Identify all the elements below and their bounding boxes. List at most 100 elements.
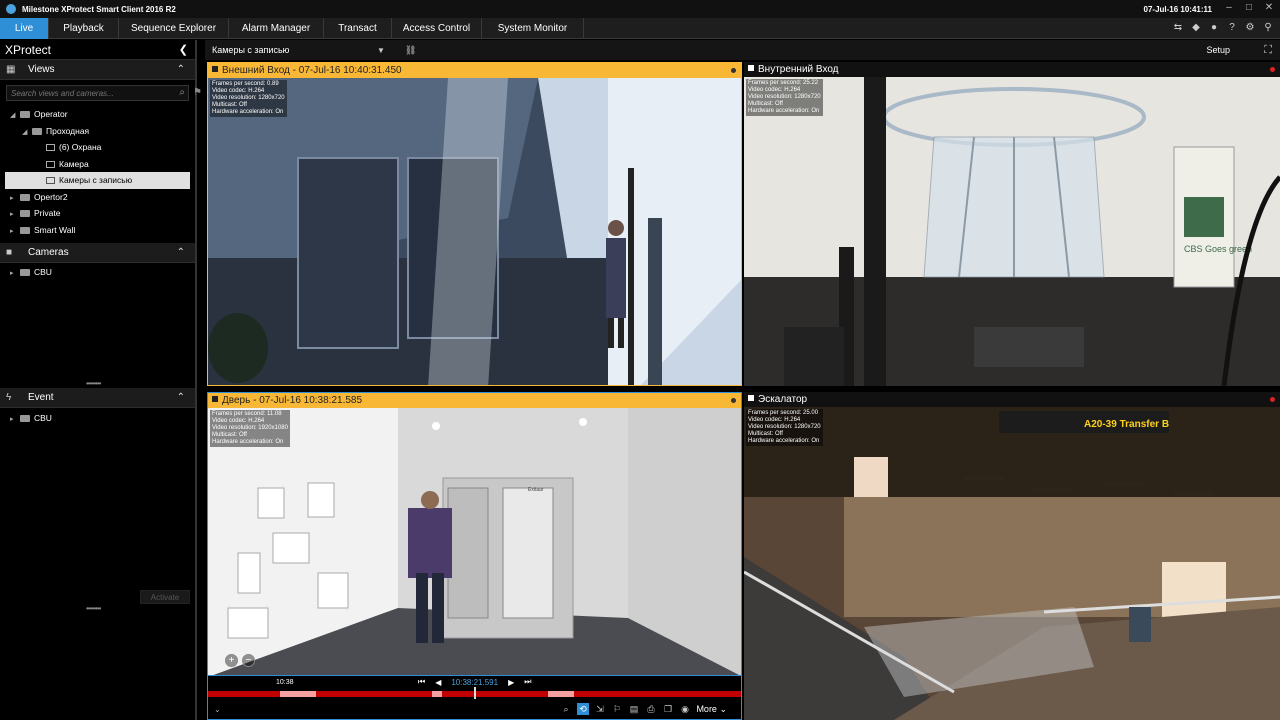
camera-video-feed[interactable]: CBS Goes green Frames per second: 25.22 … <box>744 77 1280 386</box>
tab-access-control[interactable]: Access Control <box>392 18 482 39</box>
collapse-views-chevron-up-icon[interactable]: ⌃ <box>177 64 185 75</box>
tree-item-smart-wall[interactable]: ▸ Smart Wall <box>0 222 195 239</box>
view-icon <box>46 144 55 152</box>
search-views-input[interactable] <box>7 86 188 100</box>
camera-tile-escalator[interactable]: Эскалатор A20-39 Transfer B Frames per s… <box>744 392 1280 720</box>
tree-item-label: Opertor2 <box>34 191 68 202</box>
skip-forward-icon[interactable]: ⏭ <box>524 677 531 687</box>
tag-icon[interactable]: ⚑ <box>193 87 202 98</box>
stat-line: Hardware acceleration: On <box>748 108 820 114</box>
tree-item-prokhodnaya[interactable]: ◢ Проходная <box>0 123 195 140</box>
pane-title: XProtect <box>5 42 52 57</box>
resize-grip[interactable]: •••••••• <box>86 379 101 388</box>
more-button[interactable]: More ⌄ <box>696 704 727 715</box>
send-icon[interactable]: ◆ <box>1190 22 1202 34</box>
app-title: Milestone XProtect Smart Client 2016 R2 <box>22 4 176 14</box>
tree-item-private[interactable]: ▸ Private <box>0 205 195 222</box>
skip-back-icon[interactable]: ⏮ <box>418 677 425 687</box>
export-icon[interactable]: ⇲ <box>594 703 606 715</box>
playback-buttons: ⏮ ◀ 10:38:21.591 ▶ ⏭ <box>418 677 531 687</box>
tree-item-event-cbu[interactable]: ▸ CBU <box>0 410 52 427</box>
event-header[interactable]: ϟ Event ⌃ <box>0 388 195 408</box>
collapse-pane-chevron-left-icon[interactable]: ❮ <box>179 43 188 56</box>
camera-tile-inner-entrance[interactable]: Внутренний Вход CBS Goes green Frames pe… <box>744 62 1280 386</box>
tab-playback[interactable]: Playback <box>49 18 119 39</box>
door-sign-text: Exitaar <box>528 487 544 493</box>
tab-system-monitor[interactable]: System Monitor <box>482 18 584 39</box>
collapse-cameras-chevron-up-icon[interactable]: ⌃ <box>177 247 185 258</box>
settings-gear-icon[interactable]: ⚙ <box>1244 22 1256 34</box>
tab-alarm-manager[interactable]: Alarm Manager <box>229 18 324 39</box>
views-header[interactable]: ▦ Views ⌃ <box>0 60 195 80</box>
close-icon[interactable]: ✕ <box>1262 2 1276 14</box>
tree-item-label: Private <box>34 208 61 218</box>
collapse-event-chevron-up-icon[interactable]: ⌃ <box>177 392 185 403</box>
tree-item-okhrana[interactable]: (6) Охрана <box>0 139 195 156</box>
flag-icon <box>748 395 754 401</box>
tree-item-label: CBU <box>34 267 52 277</box>
camera-tile-door[interactable]: Дверь - 07-Jul-16 10:38:21.585 Exitaar F… <box>207 392 742 676</box>
snapshot-icon[interactable]: ◉ <box>679 703 691 715</box>
camera-title-bar: Эскалатор <box>744 392 1280 407</box>
user-icon[interactable]: ⚲ <box>1262 22 1274 34</box>
camera-tile-outer-entrance[interactable]: Внешний Вход - 07-Jul-16 10:40:31.450 Fr… <box>207 62 742 386</box>
tree-item-kamera[interactable]: Камера <box>0 156 195 173</box>
cameras-header[interactable]: ■ Cameras ⌃ <box>0 243 195 263</box>
camera-video-feed[interactable]: Exitaar Frames per second: 11.08 Video c… <box>208 408 741 675</box>
recording-segment <box>280 691 316 697</box>
camera-video-feed[interactable]: Frames per second: 0.89 Video codec: H.2… <box>208 78 741 385</box>
outer-entrance-scene <box>208 78 741 385</box>
xprotect-header: XProtect ❮ <box>0 40 195 60</box>
play-forward-icon[interactable]: ▶ <box>508 678 514 687</box>
activate-button[interactable]: Activate <box>140 590 190 604</box>
camera-title-bar: Дверь - 07-Jul-16 10:38:21.585 <box>208 393 741 408</box>
switch-view-icon[interactable]: ⇆ <box>1172 22 1184 34</box>
tree-item-label: Smart Wall <box>34 224 76 235</box>
play-reverse-icon[interactable]: ◀ <box>435 678 441 687</box>
main-tab-bar: Live Playback Sequence Explorer Alarm Ma… <box>0 18 1280 39</box>
save-icon[interactable]: ▤ <box>628 703 640 715</box>
server-icon <box>20 415 30 423</box>
zoom-out-icon[interactable]: − <box>242 654 255 667</box>
folder-icon <box>20 226 30 234</box>
tree-item-operator[interactable]: ◢ Operator <box>0 106 195 123</box>
tree-item-kamery-s-zapisyu[interactable]: Камеры с записью <box>5 172 190 189</box>
link-icon[interactable]: ⛓ <box>405 45 416 56</box>
camera-video-feed[interactable]: A20-39 Transfer B Frames per second: 25.… <box>744 407 1280 720</box>
stat-line: Video resolution: 1920x1080 <box>212 425 288 431</box>
left-pane: XProtect ❮ ▦ Views ⌃ ⌕ ⚑ ◢Operator ◢Прох… <box>0 40 202 720</box>
search-icon[interactable]: ⌕ <box>560 703 572 715</box>
view-icon <box>46 160 55 168</box>
flag-icon <box>212 396 218 402</box>
maximize-icon[interactable]: □ <box>1242 2 1256 14</box>
stat-line: Multicast: Off <box>748 101 783 107</box>
selected-view-name[interactable]: Камеры с записью <box>212 45 377 55</box>
view-dropdown-icon[interactable]: ▼ <box>377 46 385 55</box>
tab-transact[interactable]: Transact <box>324 18 392 39</box>
help-icon[interactable]: ? <box>1226 22 1238 34</box>
event-header-label: Event <box>28 392 54 403</box>
tree-item-cameras-cbu[interactable]: ▸ CBU <box>0 264 52 281</box>
copy-icon[interactable]: ❐ <box>662 703 674 715</box>
zoom-in-icon[interactable]: + <box>225 654 238 667</box>
stat-line: Video resolution: 1280x720 <box>748 94 821 100</box>
print-icon[interactable]: ⎙ <box>645 703 657 715</box>
stat-line: Video codec: H.264 <box>748 417 801 423</box>
fullscreen-icon[interactable]: ⛶ <box>1264 44 1272 57</box>
video-stats-overlay: Frames per second: 25.22 Video codec: H.… <box>746 79 823 116</box>
minimize-icon[interactable]: – <box>1222 2 1236 14</box>
tab-sequence-explorer[interactable]: Sequence Explorer <box>119 18 229 39</box>
views-tree: ◢ Operator ◢ Проходная (6) Охрана Камера К… <box>0 106 195 238</box>
chevron-down-icon[interactable]: ⌄ <box>214 705 221 714</box>
search-icon[interactable]: ⌕ <box>179 87 185 98</box>
bookmark-icon[interactable]: ⚐ <box>611 703 623 715</box>
status-icon[interactable]: ● <box>1208 22 1220 34</box>
tree-item-label: (6) Охрана <box>59 142 102 152</box>
tab-live[interactable]: Live <box>0 18 49 39</box>
tree-item-opertor2[interactable]: ▸ Opertor2 <box>0 189 195 206</box>
setup-button[interactable]: Setup <box>1206 45 1230 55</box>
timeline-cursor[interactable] <box>474 687 476 699</box>
independent-playback-icon[interactable]: ⟲ <box>577 703 589 715</box>
resize-grip[interactable]: •••••••• <box>86 604 101 613</box>
view-icon <box>46 177 55 185</box>
